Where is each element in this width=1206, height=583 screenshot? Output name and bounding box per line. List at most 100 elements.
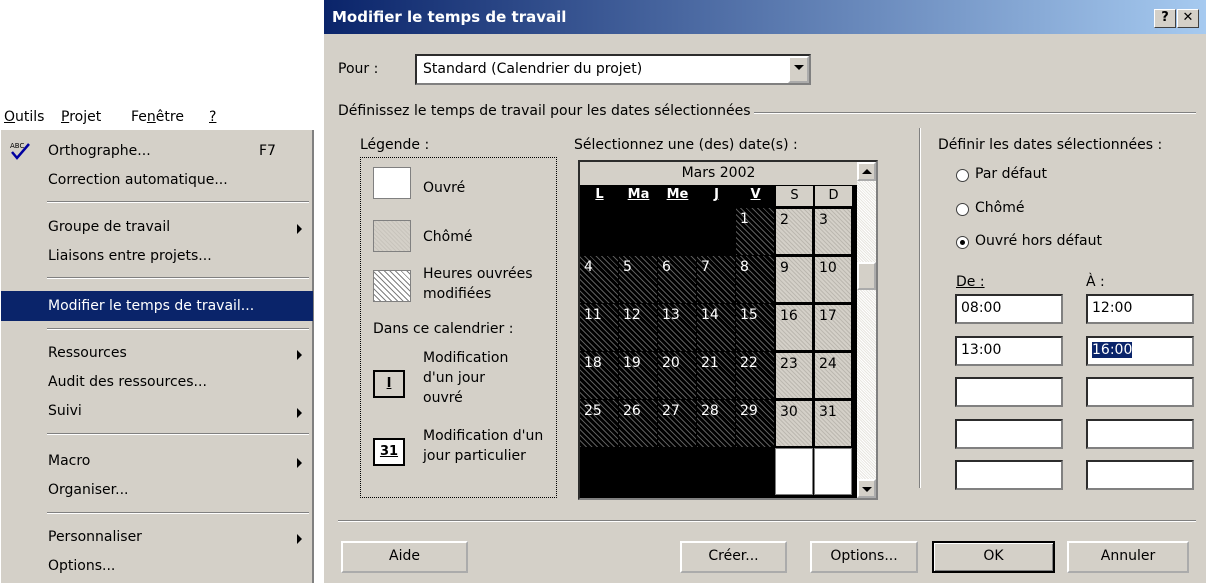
- calendar-day[interactable]: 14: [697, 304, 735, 351]
- footer-divider: [338, 520, 1196, 522]
- menu-item-orthographe[interactable]: ABC Orthographe... F7: [1, 138, 313, 164]
- menu-item-organiser[interactable]: Organiser...: [1, 477, 313, 503]
- options-button[interactable]: Options...: [810, 541, 918, 573]
- calendar-day[interactable]: 20: [658, 352, 696, 399]
- calendar-day[interactable]: [814, 448, 852, 495]
- calendar-day[interactable]: 29: [736, 400, 774, 447]
- menu-item-liaisons[interactable]: Liaisons entre projets...: [1, 243, 313, 269]
- menu-item-suivi[interactable]: Suivi: [1, 398, 313, 424]
- calendar-day[interactable]: 11: [580, 304, 618, 351]
- calendar-day[interactable]: 18: [580, 352, 618, 399]
- calendar-day[interactable]: 27: [658, 400, 696, 447]
- scroll-up-icon[interactable]: [857, 162, 876, 181]
- dialog-titlebar: Modifier le temps de travail ? ✕: [324, 0, 1206, 34]
- calendar-day[interactable]: 24: [814, 352, 852, 399]
- annuler-button[interactable]: Annuler: [1067, 541, 1189, 573]
- calendar[interactable]: Mars 2002 L Ma Me J V S D 1 2 3 4 5 6 7 8 9 10 11 12 13 14 1…: [578, 160, 878, 500]
- menu-item-modifier-temps-travail[interactable]: Modifier le temps de travail...: [1, 291, 313, 321]
- time-from-input[interactable]: [955, 377, 1063, 407]
- calendar-day[interactable]: [775, 448, 813, 495]
- time-from-input[interactable]: 08:00: [955, 294, 1063, 324]
- radio-button-icon[interactable]: [956, 236, 969, 249]
- weekday-header[interactable]: L: [580, 185, 619, 207]
- aide-button[interactable]: Aide: [341, 541, 468, 573]
- calendar-day[interactable]: 15: [736, 304, 774, 351]
- ok-button[interactable]: OK: [932, 541, 1055, 573]
- close-button[interactable]: ✕: [1177, 9, 1199, 28]
- calendar-day[interactable]: 13: [658, 304, 696, 351]
- time-to-input[interactable]: 12:00: [1086, 294, 1194, 324]
- calendar-day[interactable]: 2: [775, 208, 813, 255]
- time-from-input[interactable]: [955, 419, 1063, 449]
- calendar-day[interactable]: 5: [619, 256, 657, 303]
- outils-menu: ABC Orthographe... F7 Correction automat…: [0, 130, 314, 583]
- menu-item-options[interactable]: Options...: [1, 553, 313, 579]
- calendar-day[interactable]: 26: [619, 400, 657, 447]
- weekday-header[interactable]: S: [775, 185, 814, 207]
- calendar-day[interactable]: 28: [697, 400, 735, 447]
- calendar-day[interactable]: [619, 208, 657, 255]
- calendar-day[interactable]: 25: [580, 400, 618, 447]
- calendar-day[interactable]: 6: [658, 256, 696, 303]
- creer-button[interactable]: Créer...: [680, 541, 787, 573]
- chevron-down-icon[interactable]: [788, 56, 809, 83]
- weekday-header[interactable]: Me: [658, 185, 697, 207]
- calendar-day[interactable]: [658, 448, 696, 495]
- calendar-scrollbar[interactable]: [857, 162, 876, 498]
- calendar-day[interactable]: 1: [736, 208, 774, 255]
- menu-item-personnaliser[interactable]: Personnaliser: [1, 524, 313, 550]
- calendar-day[interactable]: 3: [814, 208, 852, 255]
- calendar-day[interactable]: [580, 208, 618, 255]
- calendar-day[interactable]: 10: [814, 256, 852, 303]
- menu-item-ressources[interactable]: Ressources: [1, 340, 313, 366]
- menu-fenetre[interactable]: Fenêtre: [131, 109, 184, 125]
- time-from-input[interactable]: [955, 460, 1063, 490]
- menu-item-macro[interactable]: Macro: [1, 448, 313, 474]
- time-to-input[interactable]: [1086, 460, 1194, 490]
- calendar-day[interactable]: 23: [775, 352, 813, 399]
- calendar-day[interactable]: [619, 448, 657, 495]
- calendar-day[interactable]: 16: [775, 304, 813, 351]
- calendar-day[interactable]: [658, 208, 696, 255]
- weekday-header[interactable]: D: [814, 185, 853, 207]
- weekday-header[interactable]: Ma: [619, 185, 658, 207]
- radio-button-icon[interactable]: [956, 169, 969, 182]
- calendar-day[interactable]: 4: [580, 256, 618, 303]
- weekday-header[interactable]: J: [697, 185, 736, 207]
- menu-outils-label: utils: [15, 109, 45, 125]
- time-to-input[interactable]: 16:00: [1086, 336, 1194, 366]
- calendar-day[interactable]: 9: [775, 256, 813, 303]
- dialog-title: Modifier le temps de travail: [332, 8, 567, 26]
- calendar-day[interactable]: [736, 448, 774, 495]
- time-from-input[interactable]: 13:00: [955, 336, 1063, 366]
- menu-outils[interactable]: Outils: [4, 109, 44, 125]
- help-button[interactable]: ?: [1154, 9, 1176, 28]
- calendar-day[interactable]: 19: [619, 352, 657, 399]
- calendar-day[interactable]: 31: [814, 400, 852, 447]
- spellcheck-icon: ABC: [9, 140, 31, 163]
- scroll-thumb[interactable]: [857, 262, 876, 290]
- weekday-header[interactable]: V: [736, 185, 775, 207]
- calendar-day[interactable]: 17: [814, 304, 852, 351]
- calendar-day[interactable]: 21: [697, 352, 735, 399]
- pour-combo[interactable]: Standard (Calendrier du projet): [415, 54, 811, 85]
- calendar-day[interactable]: 22: [736, 352, 774, 399]
- legend-title: Légende :: [360, 137, 430, 153]
- calendar-day[interactable]: 7: [697, 256, 735, 303]
- menu-help[interactable]: ?: [209, 109, 216, 125]
- calendar-day[interactable]: [697, 448, 735, 495]
- time-to-input[interactable]: [1086, 377, 1194, 407]
- menu-item-correction-auto[interactable]: Correction automatique...: [1, 167, 313, 193]
- radio-button-icon[interactable]: [956, 203, 969, 216]
- time-to-input[interactable]: [1086, 419, 1194, 449]
- calendar-day[interactable]: 12: [619, 304, 657, 351]
- calendar-day[interactable]: [697, 208, 735, 255]
- calendar-day[interactable]: 8: [736, 256, 774, 303]
- calendar-day[interactable]: 30: [775, 400, 813, 447]
- section-divider: [919, 128, 921, 488]
- menu-projet[interactable]: Projet: [61, 109, 101, 125]
- scroll-down-icon[interactable]: [857, 479, 876, 498]
- menu-item-groupe-travail[interactable]: Groupe de travail: [1, 214, 313, 240]
- calendar-day[interactable]: [580, 448, 618, 495]
- menu-item-audit-ressources[interactable]: Audit des ressources...: [1, 369, 313, 395]
